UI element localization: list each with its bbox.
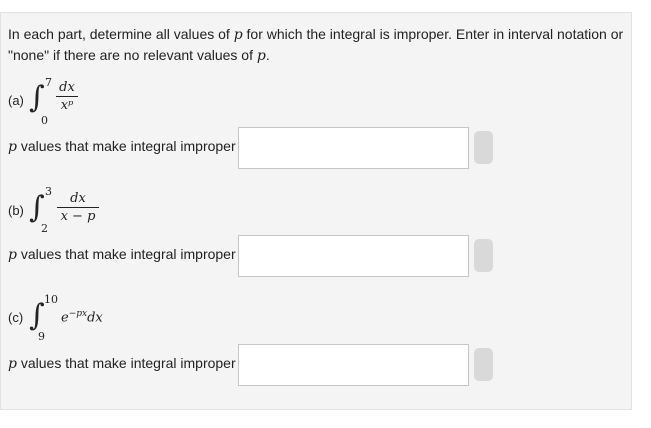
part-a-status-indicator [474, 131, 493, 164]
part-b-prompt: p values that make integral improper [8, 246, 236, 263]
integrand-fraction: dx x − p [57, 191, 99, 224]
fraction-denominator: x − p [60, 209, 96, 224]
fraction-bar [57, 207, 99, 208]
upper-limit: 7 [45, 76, 52, 89]
variable-p: p [256, 48, 266, 64]
part-c-status-indicator [474, 348, 493, 381]
fraction-numerator: dx [70, 191, 86, 206]
variable-p: p [8, 139, 17, 155]
integral-sign: ∫ [29, 298, 45, 333]
part-a-prompt: p values that make integral improper [8, 138, 236, 155]
part-c-answer-input[interactable] [239, 345, 468, 385]
question-instructions: In each part, determine all values of p … [8, 24, 628, 66]
variable-p: p [8, 356, 17, 372]
integral-sign: ∫ [29, 190, 45, 225]
fraction-denominator: xᵖ [60, 98, 74, 113]
question-panel: In each part, determine all values of p … [0, 12, 632, 410]
part-b-answer-field[interactable] [238, 235, 469, 277]
integrand-fraction: dx xᵖ [56, 80, 78, 113]
part-a-answer-input[interactable] [239, 128, 468, 168]
part-b-answer-input[interactable] [239, 236, 468, 276]
part-a-answer-field[interactable] [238, 127, 469, 169]
exp-base: e [61, 310, 69, 326]
prompt-text: values that make integral improper [16, 246, 236, 262]
exp-power: −px [68, 309, 88, 319]
prompt-text: values that make integral improper [16, 355, 236, 371]
integral-sign: ∫ [29, 80, 45, 115]
upper-limit: 10 [44, 293, 58, 306]
prompt-text: values that make integral improper [16, 138, 236, 154]
instructions-text-1: In each part, determine all values of [8, 26, 234, 42]
lower-limit: 9 [38, 330, 45, 343]
part-b-status-indicator [474, 239, 493, 272]
variable-p: p [233, 27, 243, 43]
part-b-label: (b) [8, 203, 24, 218]
instructions-text-3: . [265, 47, 270, 63]
differential: dx [87, 310, 103, 326]
fraction-bar [56, 96, 78, 97]
fraction-numerator: dx [59, 80, 75, 95]
part-a-label: (a) [8, 93, 24, 108]
lower-limit: 0 [41, 114, 48, 127]
variable-p: p [8, 247, 17, 263]
part-c-prompt: p values that make integral improper [8, 355, 236, 372]
integrand-expression: e−pxdx [61, 309, 103, 325]
lower-limit: 2 [41, 222, 48, 235]
part-c-answer-field[interactable] [238, 344, 469, 386]
part-c-label: (c) [8, 310, 24, 325]
upper-limit: 3 [45, 185, 52, 198]
